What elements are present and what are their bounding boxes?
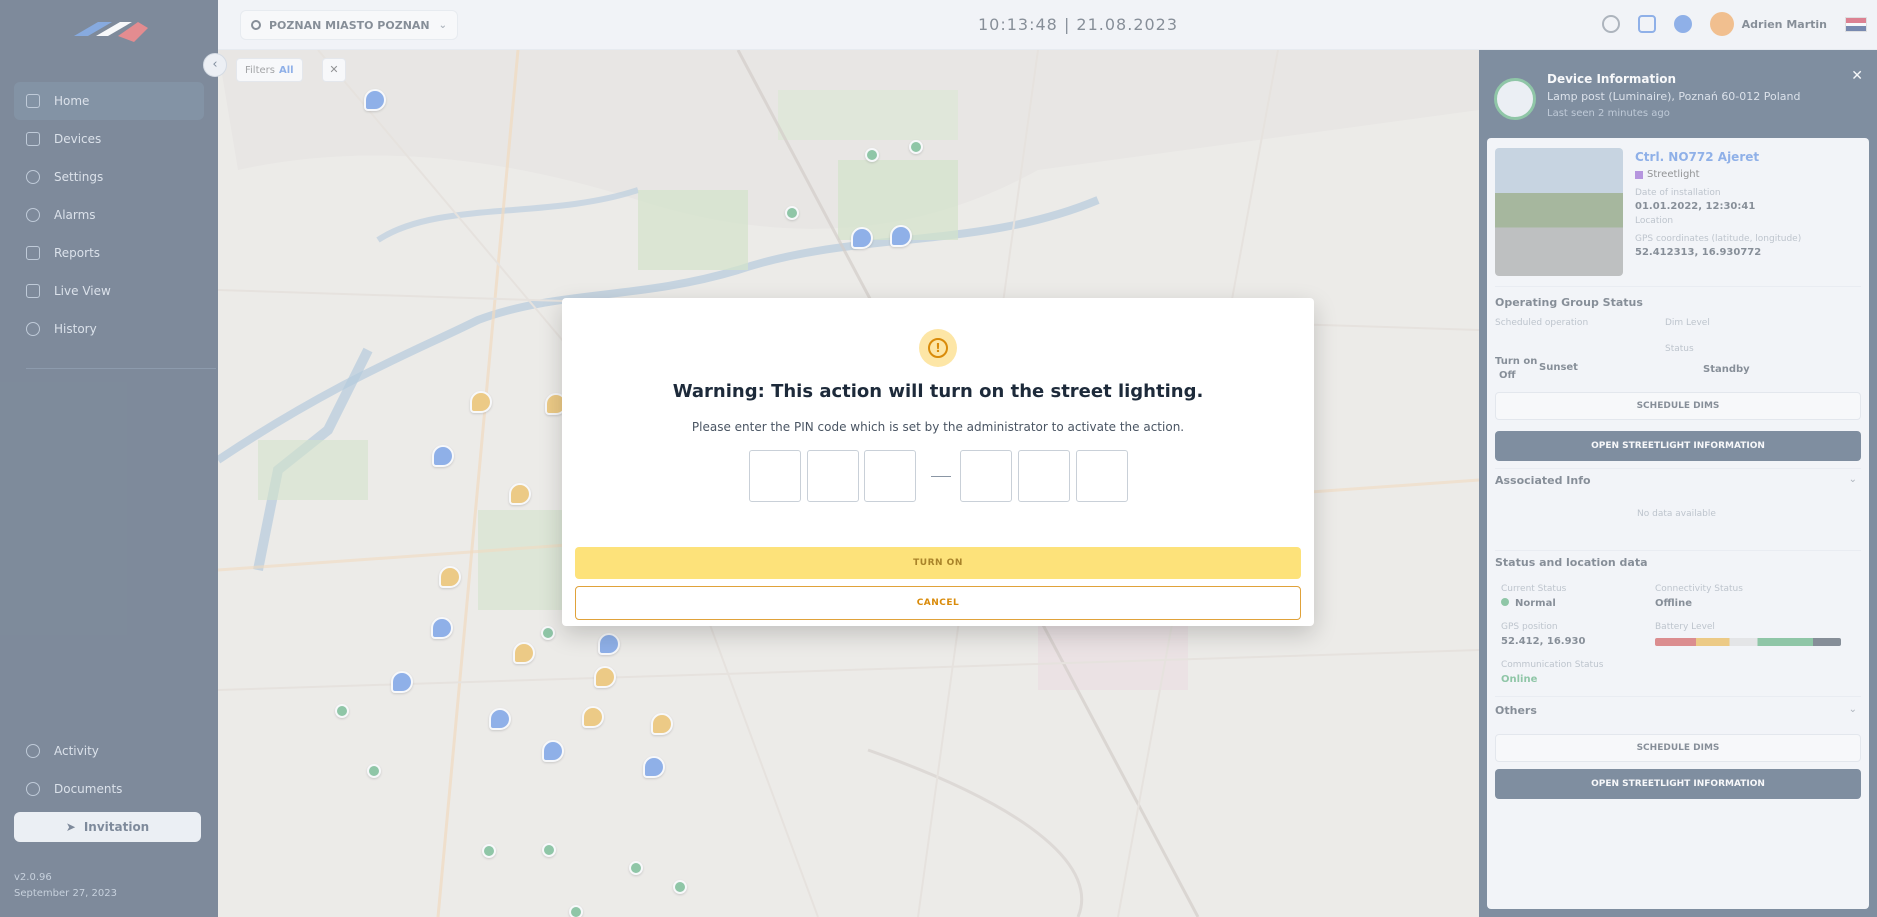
pin-digit-4[interactable] (960, 450, 1012, 502)
cancel-button[interactable]: CANCEL (575, 586, 1301, 620)
pin-digit-1[interactable] (749, 450, 801, 502)
pin-code-input (749, 450, 1129, 504)
turn-on-button[interactable]: TURN ON (575, 547, 1301, 579)
warning-badge: ! (919, 329, 957, 367)
pin-digit-2[interactable] (807, 450, 859, 502)
pin-digit-3[interactable] (864, 450, 916, 502)
pin-confirm-dialog: ! Warning: This action will turn on the … (562, 298, 1314, 626)
pin-digit-5[interactable] (1018, 450, 1070, 502)
dialog-description: Please enter the PIN code which is set b… (691, 420, 1185, 434)
dialog-title: Warning: This action will turn on the st… (672, 381, 1204, 402)
pin-digit-6[interactable] (1076, 450, 1128, 502)
pin-separator (931, 476, 951, 477)
app-root: ‹ Home Devices Settings Alarms Reports (0, 0, 1877, 917)
warning-icon: ! (928, 338, 948, 358)
